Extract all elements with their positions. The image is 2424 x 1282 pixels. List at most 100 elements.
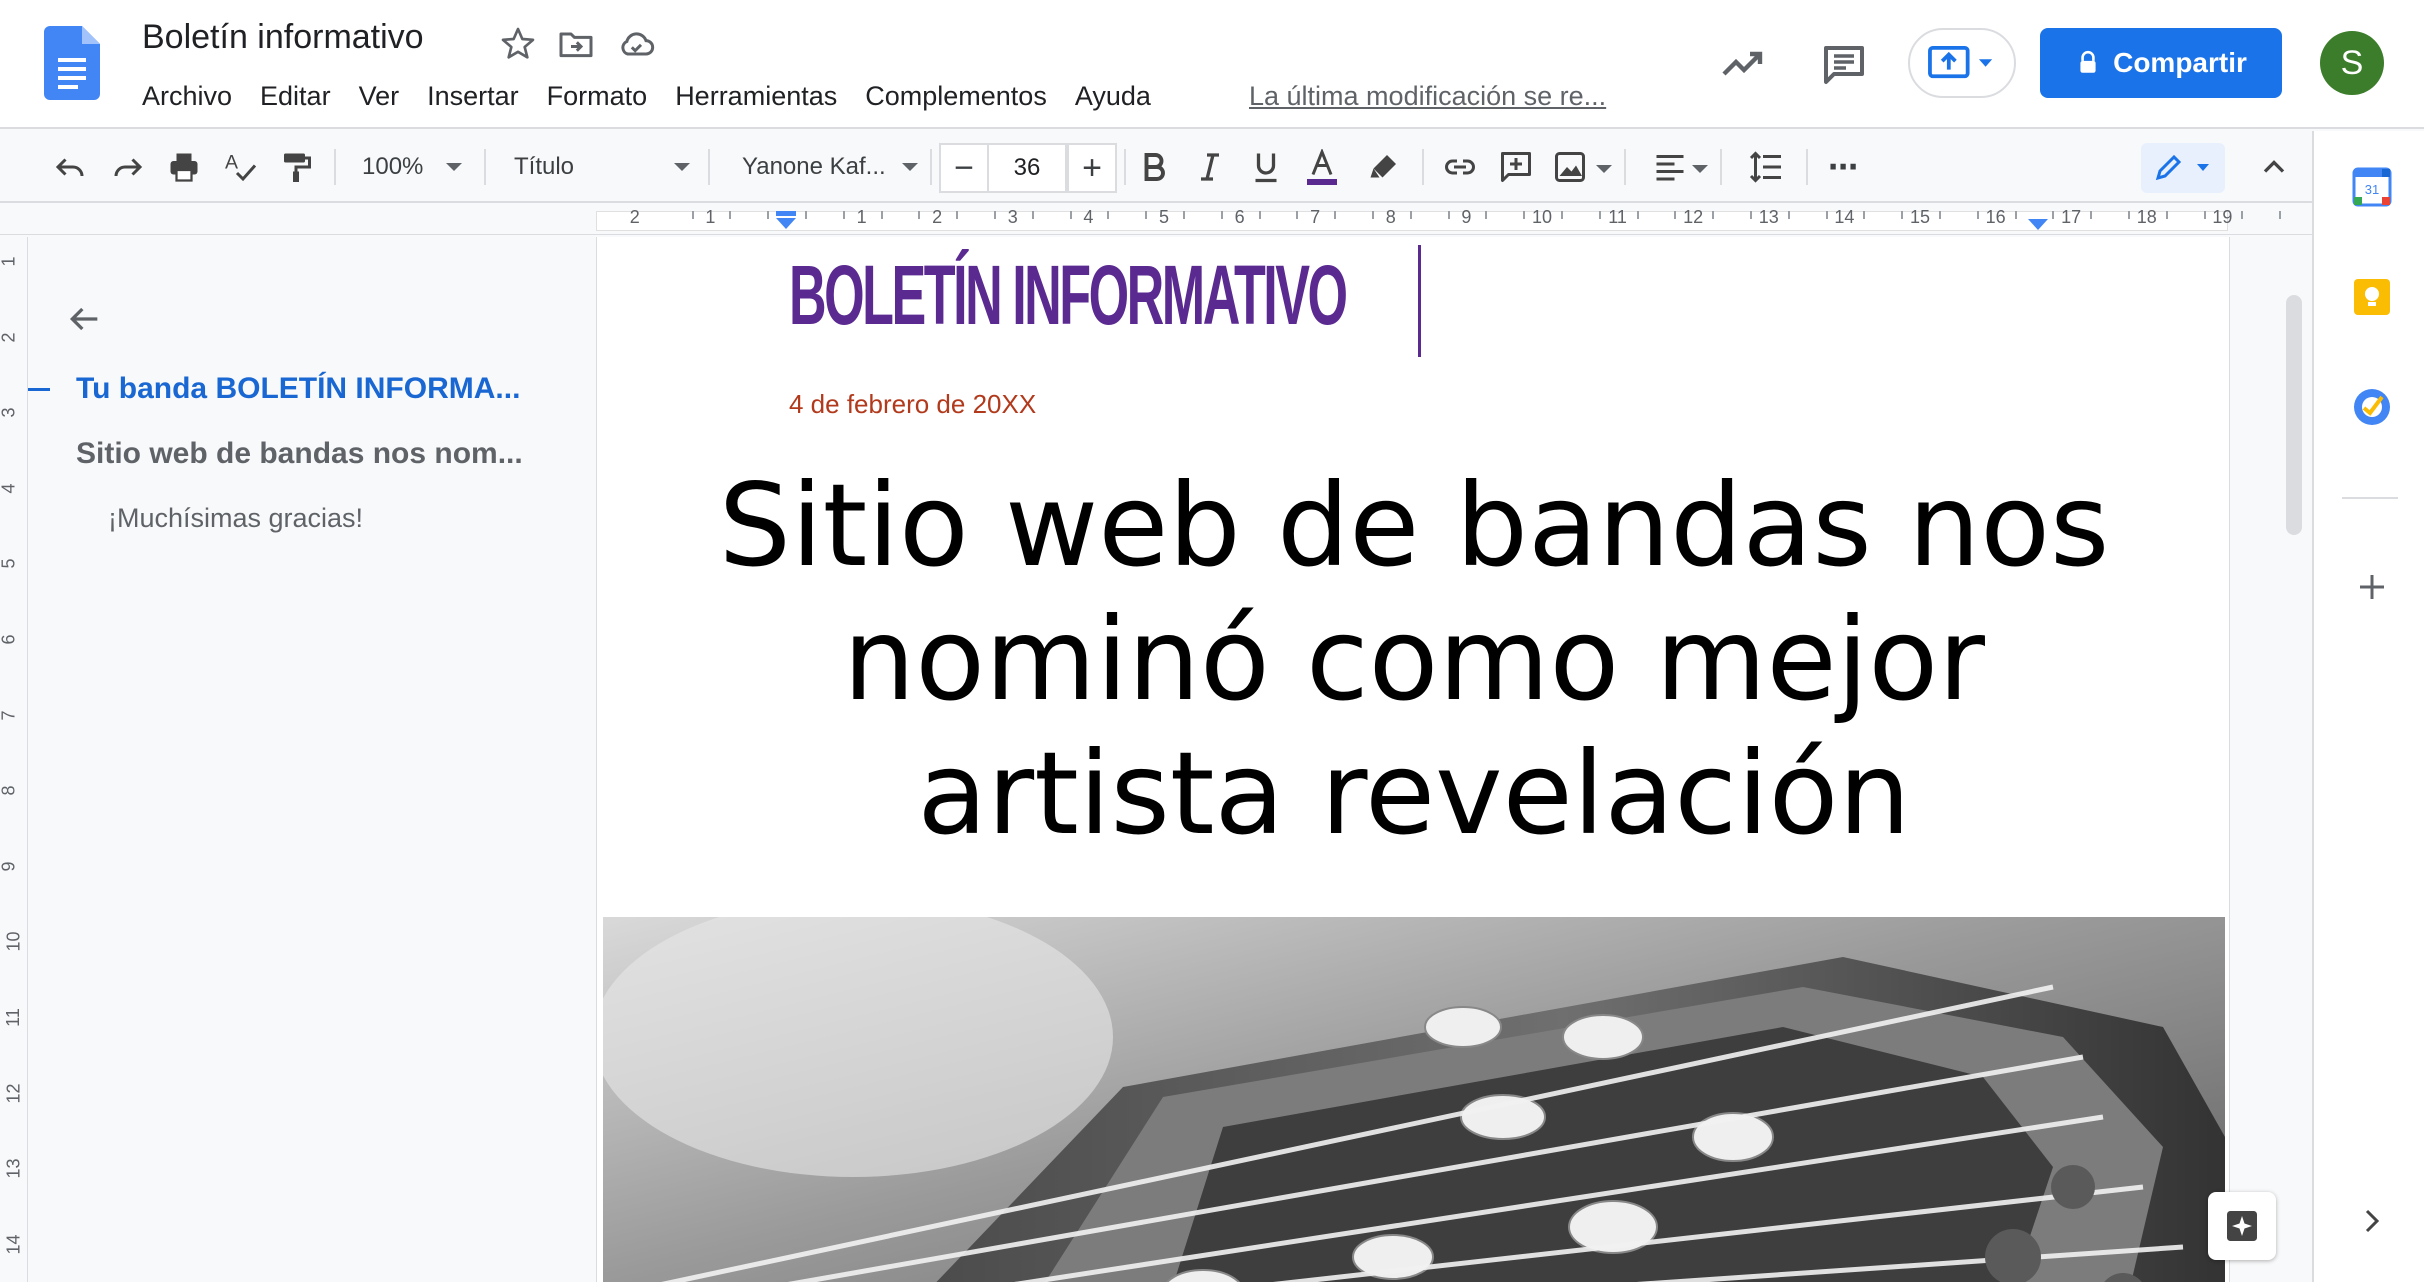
tasks-icon[interactable] [2352, 387, 2392, 427]
undo-icon[interactable] [46, 143, 94, 191]
lock-icon [2080, 50, 2096, 73]
comments-icon[interactable] [1820, 40, 1868, 88]
newsletter-heading[interactable]: BOLETÍN INFORMATIVO [789, 247, 1348, 344]
menu-formato[interactable]: Formato [533, 78, 662, 114]
print-icon[interactable] [160, 143, 208, 191]
font-family-select[interactable]: Yanone Kaf... [742, 145, 928, 189]
menu-bar: Archivo Editar Ver Insertar Formato Herr… [142, 78, 1165, 114]
horizontal-ruler[interactable]: 2 1 1 2 3 4 5 6 7 8 9 10 11 12 13 14 15 16 17 18 19 [0, 205, 2395, 235]
avatar[interactable]: S [2320, 31, 2384, 95]
activity-trend-icon[interactable] [1718, 40, 1766, 88]
ruler-tick [691, 211, 694, 219]
menu-archivo[interactable]: Archivo [142, 78, 246, 114]
vertical-ruler-number: 14 [3, 1234, 24, 1255]
bold-icon[interactable] [1130, 143, 1178, 191]
headline-line: Sitio web de bandas nos [718, 459, 2110, 592]
outline-item-thanks[interactable]: ¡Muchísimas gracias! [108, 503, 363, 534]
menu-herramientas[interactable]: Herramientas [661, 78, 851, 114]
ruler-number: 10 [1531, 207, 1553, 227]
decrease-font-size-button[interactable]: − [939, 143, 989, 193]
menu-complementos[interactable]: Complementos [851, 78, 1061, 114]
ruler-number: 12 [1683, 207, 1704, 227]
chevron-down-icon[interactable] [1692, 165, 1708, 173]
docs-logo-icon[interactable] [44, 26, 100, 100]
outline-item-heading[interactable]: Tu banda BOLETÍN INFORMA... [76, 372, 520, 406]
present-button[interactable] [1908, 28, 2016, 98]
menu-insertar[interactable]: Insertar [413, 78, 533, 114]
align-left-icon[interactable] [1646, 143, 1694, 191]
ruler-tick [1485, 211, 1488, 219]
insert-link-icon[interactable] [1436, 143, 1484, 191]
ruler-tick [918, 211, 921, 219]
menu-editar[interactable]: Editar [246, 78, 345, 114]
ruler-number: 7 [1310, 207, 1321, 227]
star-icon[interactable] [498, 24, 538, 64]
add-icon[interactable] [2352, 567, 2392, 607]
add-comment-icon[interactable] [1492, 143, 1540, 191]
italic-icon[interactable] [1186, 143, 1234, 191]
menu-ver[interactable]: Ver [345, 78, 414, 114]
right-indent-marker-icon[interactable] [2026, 217, 2050, 231]
ruler-number: 18 [2136, 207, 2157, 227]
ruler-tick [1334, 211, 1337, 219]
zoom-select[interactable]: 100% [362, 145, 472, 189]
last-edit-link[interactable]: La última modificación se re... [1249, 78, 1606, 114]
ruler-number: 6 [1234, 207, 1245, 227]
calendar-icon[interactable]: 31 [2352, 167, 2392, 207]
underline-icon[interactable] [1242, 143, 1290, 191]
explore-icon [2227, 1211, 2257, 1241]
left-indent-marker-icon[interactable] [774, 211, 798, 231]
guitar-headstock-photo[interactable] [603, 917, 2225, 1282]
ruler-tick [2203, 211, 2206, 219]
newsletter-date[interactable]: 4 de febrero de 20XX [789, 389, 1036, 420]
vertical-ruler-number: 12 [3, 1083, 24, 1104]
keep-icon[interactable] [2352, 277, 2392, 317]
ruler-tick [2279, 211, 2282, 219]
ruler-number: 14 [1834, 207, 1855, 227]
highlight-icon[interactable] [1360, 143, 1408, 191]
ruler-tick [2014, 211, 2017, 219]
ruler-tick [2052, 211, 2055, 219]
ruler-tick [1901, 211, 1904, 219]
vertical-ruler[interactable]: 1 2 3 4 5 6 7 8 9 10 11 12 13 14 [0, 237, 28, 1282]
ruler-number: 4 [1083, 207, 1094, 227]
text-color-icon[interactable] [1298, 143, 1346, 191]
paragraph-style-select[interactable]: Título [514, 145, 694, 189]
article-headline[interactable]: Sitio web de bandas nos nominó como mejo… [597, 459, 2229, 861]
zoom-value: 100% [362, 153, 424, 180]
headline-line: nominó como mejor [843, 593, 1985, 726]
more-options-icon[interactable]: ⋯ [1828, 145, 1868, 189]
close-outline-icon[interactable] [64, 299, 104, 339]
vertical-scrollbar[interactable] [2286, 295, 2302, 535]
document-title[interactable]: Boletín informativo [142, 18, 424, 57]
ruler-tick [1258, 211, 1261, 219]
chevron-right-icon[interactable] [2352, 1201, 2392, 1241]
font-size-input[interactable]: 36 [987, 143, 1067, 193]
redo-icon[interactable] [104, 143, 152, 191]
document-page[interactable]: BOLETÍN INFORMATIVO 4 de febrero de 20XX… [596, 237, 2230, 1282]
ruler-number: 1 [856, 207, 867, 227]
paint-format-icon[interactable] [272, 143, 320, 191]
text-cursor [1418, 245, 1421, 357]
ruler-tick [1371, 211, 1374, 219]
explore-button[interactable] [2208, 1192, 2276, 1260]
vertical-ruler-number: 8 [0, 785, 19, 796]
editing-mode-button[interactable] [2141, 143, 2225, 193]
spellcheck-icon[interactable]: A [216, 143, 264, 191]
menu-ayuda[interactable]: Ayuda [1061, 78, 1165, 114]
ruler-number: 1 [705, 207, 716, 227]
ruler-tick [880, 211, 883, 219]
increase-font-size-button[interactable]: + [1067, 143, 1117, 193]
insert-image-icon[interactable] [1546, 143, 1594, 191]
vertical-ruler-number: 5 [0, 558, 19, 569]
share-button[interactable]: Compartir [2040, 28, 2282, 98]
chevron-down-icon[interactable] [1596, 165, 1612, 173]
cloud-saved-icon[interactable] [616, 24, 656, 64]
collapse-toolbar-icon[interactable] [2250, 143, 2298, 191]
line-spacing-icon[interactable] [1742, 143, 1790, 191]
svg-text:31: 31 [2365, 182, 2379, 197]
outline-item-headline[interactable]: Sitio web de bandas nos nom... [76, 437, 523, 471]
move-to-folder-icon[interactable] [556, 24, 596, 64]
font-family-value: Yanone Kaf... [742, 153, 886, 180]
ruler-number: 9 [1461, 207, 1472, 227]
